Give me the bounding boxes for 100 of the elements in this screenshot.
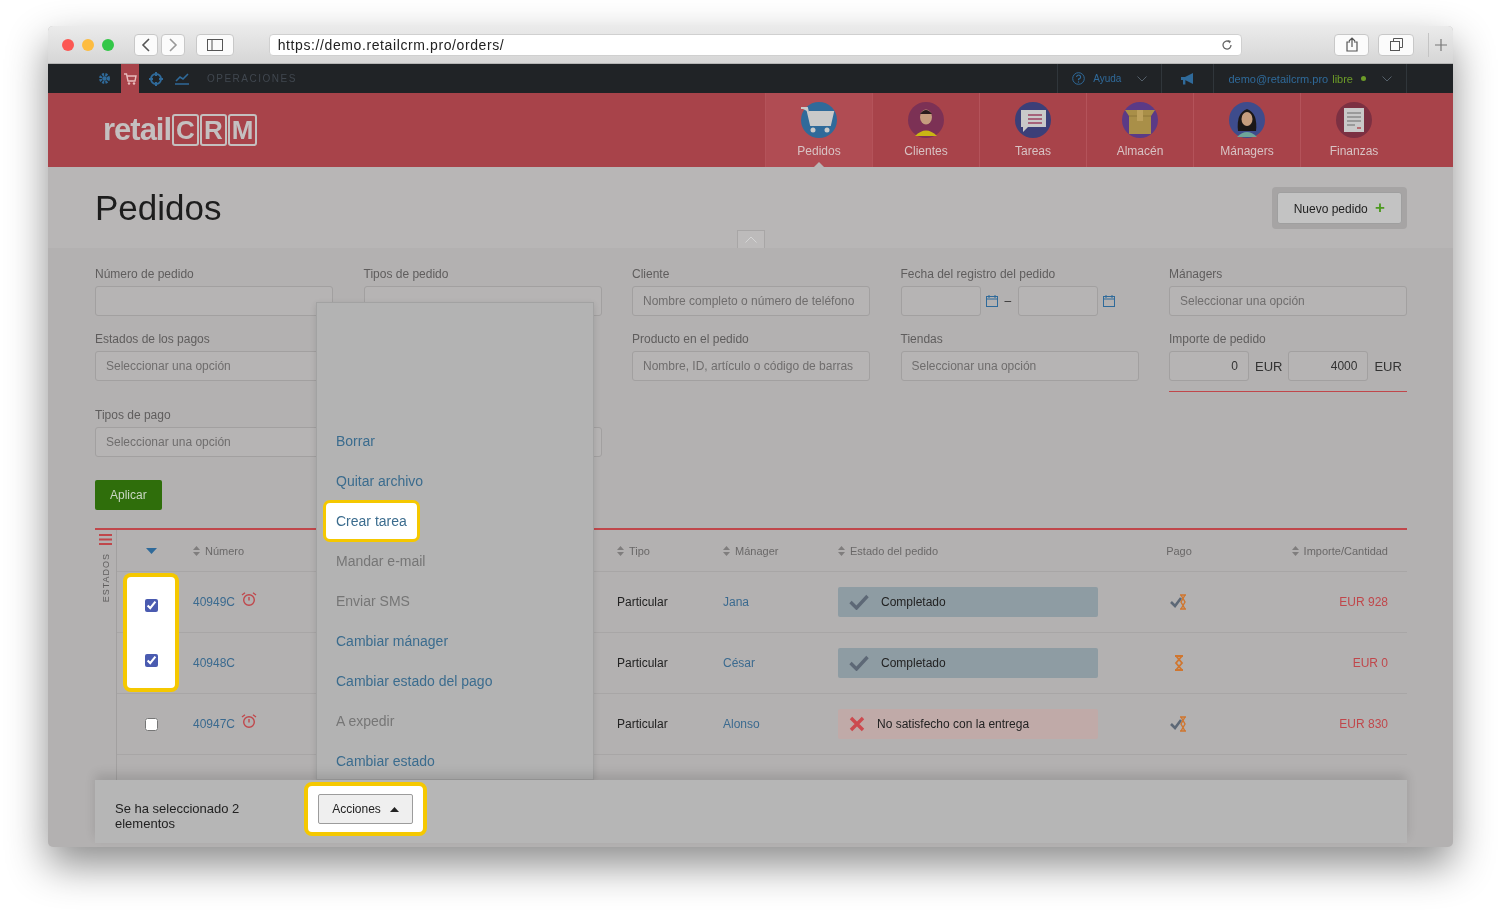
field-label: Mánagers	[1169, 267, 1224, 281]
sortable-column-header[interactable]: Estado del pedido	[838, 544, 939, 557]
menu-item[interactable]: Cambiar mánager	[317, 621, 593, 661]
check-hourglass-icon	[1170, 594, 1188, 610]
row-checkbox[interactable]	[144, 717, 158, 731]
chat-icon	[1014, 101, 1052, 139]
tabs-icon	[1389, 38, 1403, 51]
caret-up-icon	[745, 236, 757, 243]
calendar-icon[interactable]	[985, 295, 998, 307]
manager-link[interactable]: César	[723, 656, 755, 670]
input-field[interactable]: Nombre completo o número de teléfono	[632, 286, 870, 316]
row-checkbox[interactable]	[144, 653, 158, 667]
chevron-left-icon	[141, 37, 151, 52]
table-cell: EUR 830	[1339, 717, 1388, 731]
alarm-clock-icon	[241, 714, 258, 728]
table-cell: Particular	[617, 717, 668, 731]
nav-tab[interactable]: Almacén	[1086, 93, 1193, 167]
share-button[interactable]	[1333, 33, 1370, 56]
field-label: Tiendas	[900, 332, 944, 346]
apply-button[interactable]: Aplicar	[95, 480, 162, 510]
actions-button[interactable]: Acciones	[318, 794, 413, 824]
amount-field[interactable]: 0	[1169, 351, 1249, 381]
caret-icon	[389, 806, 399, 812]
field-label: Tipos de pedido	[363, 267, 450, 281]
plus-icon	[1435, 38, 1448, 51]
row-checkbox[interactable]	[144, 598, 158, 612]
collapse-tab[interactable]	[737, 230, 765, 248]
chevron-icon	[1137, 75, 1148, 82]
cart-icon[interactable]	[121, 64, 139, 93]
back-button[interactable]	[134, 33, 158, 56]
status-badge[interactable]: No satisfecho con la entrega	[838, 709, 1098, 739]
menu-item[interactable]: Cambiar estado	[317, 741, 593, 781]
manager-link[interactable]: Jana	[723, 595, 750, 609]
zoom-button[interactable]	[102, 38, 114, 51]
status-badge[interactable]: Completado	[838, 648, 1098, 678]
side-tab-label[interactable]: ESTADOS	[100, 553, 111, 603]
calendar-icon[interactable]	[1103, 295, 1116, 307]
menu-item[interactable]: Crear tarea	[323, 500, 420, 542]
nav-tab[interactable]: Finanzas	[1300, 93, 1407, 167]
sortable-column-header[interactable]: Tipo	[617, 544, 650, 557]
menu-item[interactable]: Cambiar estado del pago	[317, 661, 593, 701]
new-order-button[interactable]: Nuevo pedido +	[1276, 191, 1402, 224]
status-dot	[1361, 76, 1366, 81]
sort-icon	[723, 545, 730, 556]
sortable-column-header[interactable]: Importe/Cantidad	[1291, 544, 1388, 557]
sortable-column-header[interactable]: Número	[193, 544, 245, 557]
nav-tab[interactable]: Tareas	[979, 93, 1086, 167]
caret-icon[interactable]	[145, 547, 157, 554]
reload-icon[interactable]	[1220, 38, 1233, 51]
order-number-link[interactable]: 40949C	[193, 595, 236, 609]
hourglass-icon	[1174, 655, 1184, 671]
check-hourglass-icon	[1170, 716, 1188, 732]
chevron-right-icon	[168, 37, 178, 52]
table-cell: EUR 0	[1352, 656, 1388, 670]
box-icon	[1121, 101, 1159, 139]
selection-count: Se ha seleccionado 2 elementos	[115, 801, 241, 831]
select-field[interactable]: Seleccionar una opción	[900, 351, 1139, 381]
range-separator: –	[1004, 294, 1012, 308]
sort-icon	[617, 545, 624, 556]
currency-label: EUR	[1374, 358, 1402, 374]
person-icon	[907, 101, 945, 139]
field-label: Fecha del registro del pedido	[900, 267, 1057, 281]
amount-field[interactable]: 4000	[1288, 351, 1369, 381]
manager-link[interactable]: Alonso	[723, 717, 760, 731]
share-icon	[1345, 37, 1358, 52]
nav-tab[interactable]: Clientes	[872, 93, 979, 167]
table-cell: EUR 928	[1339, 595, 1388, 609]
table-cell: Particular	[617, 595, 668, 609]
field-label: Producto en el pedido	[632, 332, 750, 346]
sortable-column-header[interactable]: Mánager	[723, 544, 779, 557]
input-field[interactable]: Nombre, ID, artículo o código de barras	[632, 351, 870, 381]
help-icon	[1072, 72, 1086, 85]
check-icon	[849, 655, 869, 671]
address-bar[interactable]: https://demo.retailcrm.pro/orders/	[268, 33, 1242, 56]
select-field[interactable]: Seleccionar una opción	[1169, 286, 1407, 316]
sidebar-button[interactable]	[196, 33, 234, 56]
check-icon	[849, 594, 869, 610]
megaphone-icon[interactable]	[1180, 72, 1196, 85]
field-label: Estados de los pagos	[95, 332, 211, 346]
order-number-link[interactable]: 40947C	[193, 717, 236, 731]
cart-icon	[800, 101, 838, 139]
field-label: Cliente	[632, 267, 671, 281]
nav-tab[interactable]: Mánagers	[1193, 93, 1300, 167]
field-label: Número de pedido	[95, 267, 195, 281]
order-number-link[interactable]: 40948C	[193, 656, 236, 670]
menu-item[interactable]: Quitar archivo	[317, 461, 593, 501]
close-button[interactable]	[62, 38, 74, 51]
input-field[interactable]	[95, 286, 333, 316]
sort-icon	[193, 545, 200, 556]
field-label: Tipos de pago	[95, 408, 172, 422]
tabs-button[interactable]	[1378, 33, 1415, 56]
person-icon	[1228, 101, 1266, 139]
column-header[interactable]: Pago	[1166, 544, 1192, 557]
cross-icon	[849, 716, 865, 732]
currency-label: EUR	[1255, 358, 1283, 374]
status-badge[interactable]: Completado	[838, 587, 1098, 617]
nav-tab[interactable]: Pedidos	[765, 93, 872, 167]
menu-icon[interactable]	[99, 534, 112, 545]
sort-icon	[1291, 545, 1299, 556]
logo[interactable]: retail C R M	[103, 93, 258, 167]
